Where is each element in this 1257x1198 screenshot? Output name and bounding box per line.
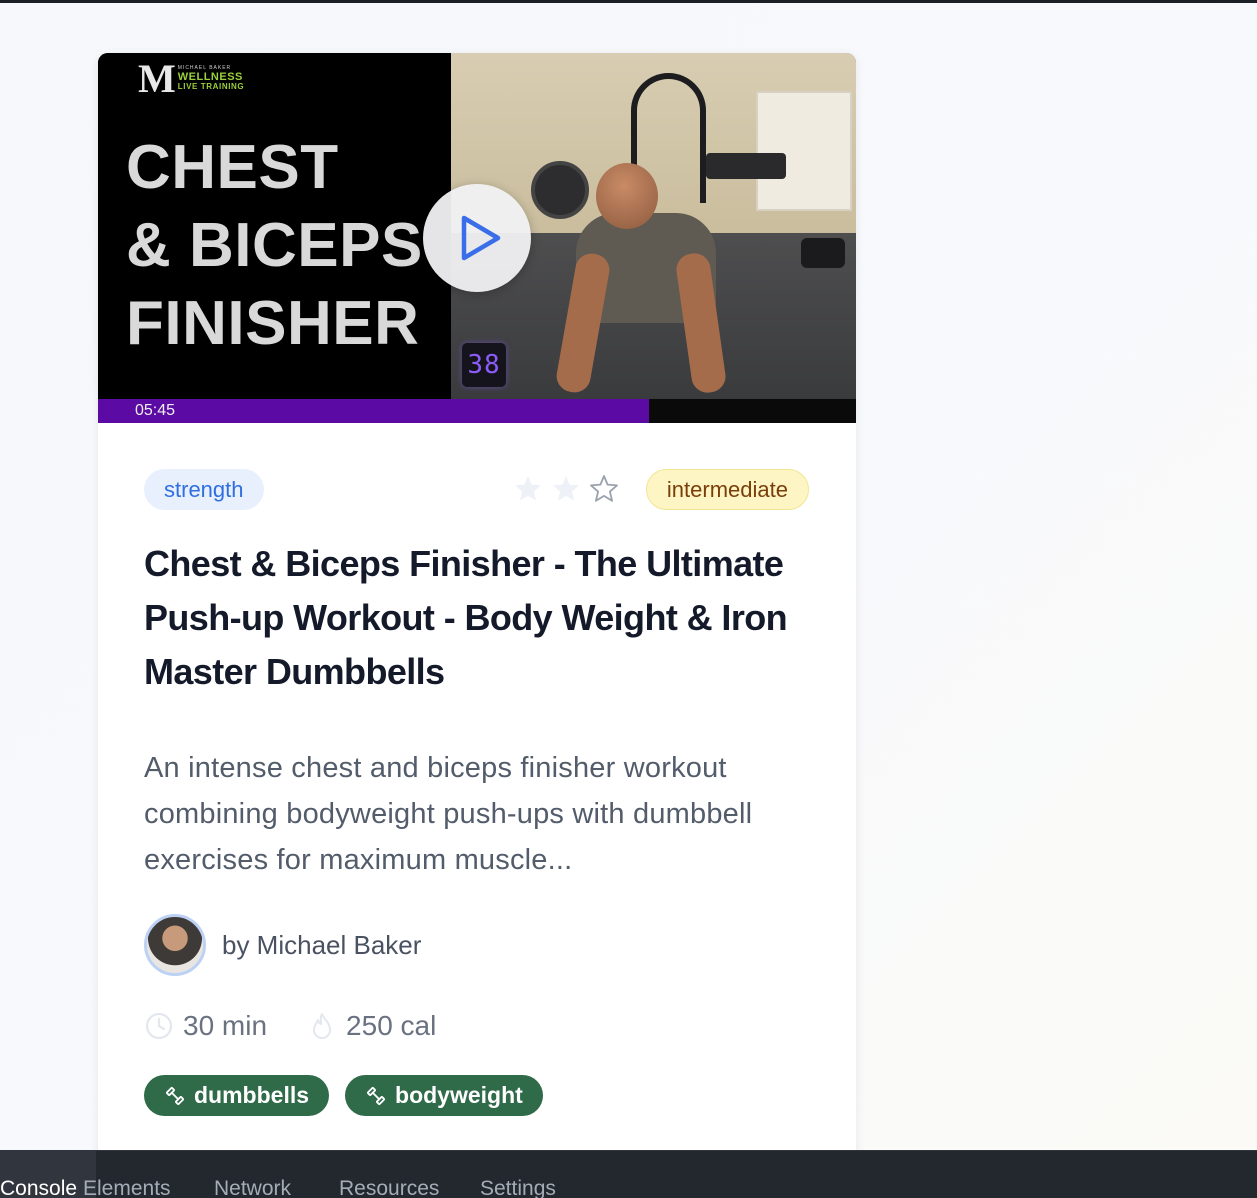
duration-stat: 30 min (144, 1010, 267, 1042)
play-button[interactable] (423, 184, 531, 292)
flame-icon (313, 1013, 332, 1039)
play-icon (461, 215, 501, 261)
trainer-figure (554, 163, 741, 395)
badges-row: strength intermediate (144, 469, 809, 511)
author-avatar (144, 914, 206, 976)
thumbnail-title-line: CHEST (126, 133, 339, 202)
video-progress-fill (98, 399, 650, 423)
elapsed-time: 05:45 (135, 402, 176, 419)
workout-title[interactable]: Chest & Biceps Finisher - The Ultimate P… (144, 537, 814, 699)
devtools-tab-settings[interactable]: Settings (480, 1151, 556, 1198)
video-progress-bar[interactable] (98, 399, 856, 423)
difficulty-rating (512, 473, 620, 505)
thumbnail-title: CHEST & BICEPS FINISHER (126, 129, 456, 363)
equipment-tag[interactable]: bodyweight (345, 1075, 543, 1116)
author-name: by Michael Baker (222, 929, 422, 960)
equipment-tag-label: dumbbells (194, 1082, 310, 1108)
rep-counter: 38 (462, 343, 506, 387)
devtools-tab-network[interactable]: Network (214, 1151, 291, 1198)
devtools-tab-console[interactable]: Console (0, 1151, 97, 1198)
devtools-tab-elements[interactable]: Elements (83, 1151, 171, 1198)
author-row[interactable]: by Michael Baker (144, 914, 421, 976)
equipment-tag[interactable]: dumbbells (144, 1075, 330, 1116)
thumbnail-title-line: FINISHER (126, 289, 420, 358)
workout-card[interactable]: M MICHAEL BAKER WELLNESS LIVE TRAINING C… (98, 53, 856, 1163)
workout-stats: 30 min 250 cal (144, 1006, 476, 1046)
dumbbell-icon (166, 1086, 184, 1105)
category-badge[interactable]: strength (144, 469, 264, 510)
top-border (0, 0, 1257, 3)
calories-value: 250 cal (346, 1010, 437, 1041)
logo-letter: M (138, 56, 176, 101)
duration-value: 30 min (183, 1010, 268, 1041)
calories-stat: 250 cal (307, 1010, 436, 1042)
workout-description: An intense chest and biceps finisher wor… (144, 752, 753, 876)
star-icon (553, 476, 579, 501)
devtools-tab-resources[interactable]: Resources (339, 1151, 439, 1198)
video-thumbnail[interactable]: M MICHAEL BAKER WELLNESS LIVE TRAINING C… (98, 53, 856, 423)
star-icon (590, 475, 618, 502)
equipment-tag-label: bodyweight (395, 1082, 523, 1108)
equipment-tags: dumbbells bodyweight (144, 1075, 543, 1116)
logo-line-3: LIVE TRAINING (177, 82, 245, 92)
thumbnail-title-line: & BICEPS (126, 211, 423, 280)
dumbbell-icon (367, 1086, 385, 1105)
title-panel: M MICHAEL BAKER WELLNESS LIVE TRAINING C… (98, 53, 451, 399)
star-icon (515, 476, 541, 501)
devtools-tab-bar: Console Elements Network Resources Setti… (0, 1150, 1257, 1198)
clock-icon (145, 1012, 173, 1040)
difficulty-badge: intermediate (645, 469, 809, 510)
brand-logo: M MICHAEL BAKER WELLNESS LIVE TRAINING (138, 59, 244, 99)
